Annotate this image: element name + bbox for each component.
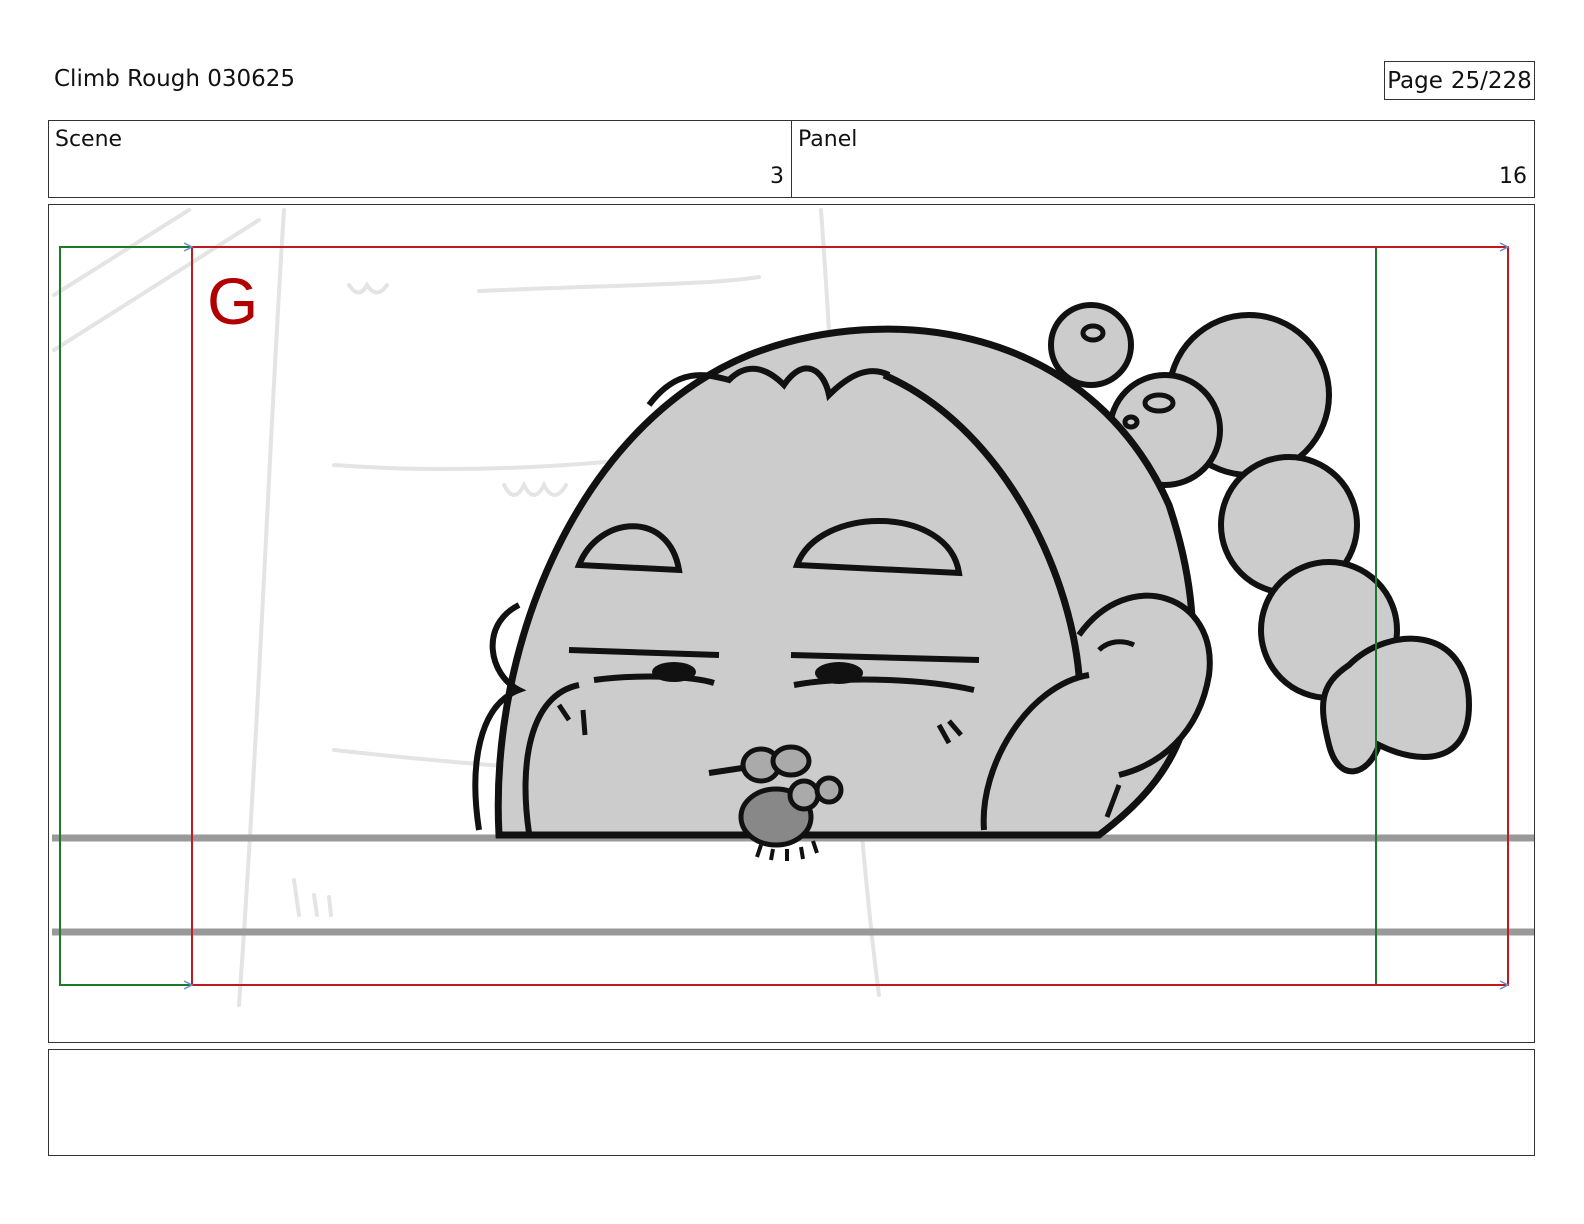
page-label: Page	[1387, 67, 1443, 94]
scene-cell: Scene 3	[49, 121, 791, 197]
document-title: Climb Rough 030625	[54, 66, 296, 92]
page-number: 25/228	[1450, 67, 1532, 94]
action-notes-box	[48, 1049, 1535, 1156]
head	[494, 325, 1197, 839]
panel-number: 16	[1499, 164, 1527, 189]
page-counter: Page 25/228	[1384, 61, 1535, 100]
storyboard-panel	[48, 204, 1535, 1043]
scene-panel-info-row: Scene 3 Panel 16	[48, 120, 1535, 198]
scene-number: 3	[770, 164, 784, 189]
camera-field-label: G	[207, 264, 259, 338]
panel-label: Panel	[798, 127, 858, 152]
panel-drawing	[52, 208, 1534, 1007]
panel-cell: Panel 16	[791, 121, 1534, 197]
scene-label: Scene	[55, 127, 123, 152]
